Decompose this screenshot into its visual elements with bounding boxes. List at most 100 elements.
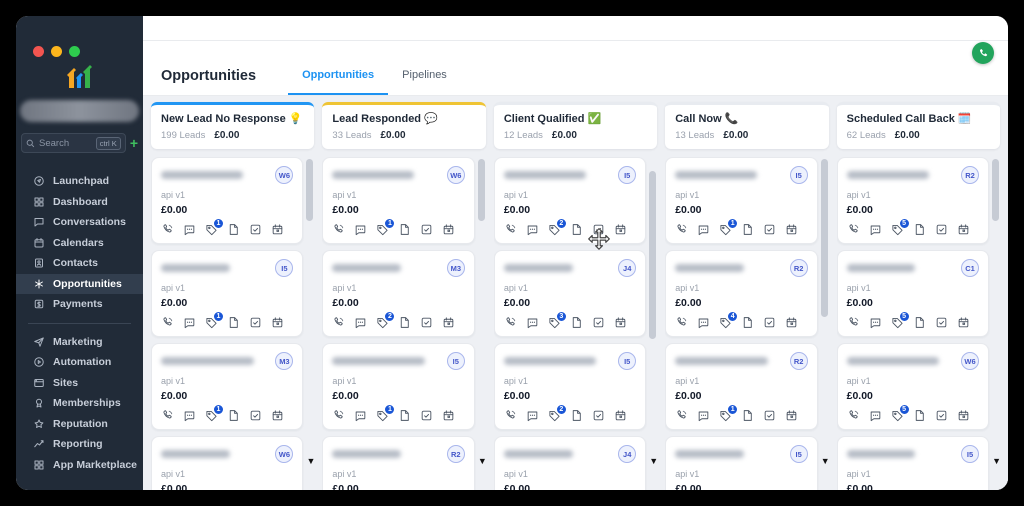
call-icon[interactable] [847,223,860,236]
sidebar-item-app-marketplace[interactable]: App Marketplace [16,455,143,476]
tasks-icon[interactable] [592,223,605,236]
call-icon[interactable] [504,223,517,236]
notes-icon[interactable] [570,223,583,236]
appointment-icon[interactable] [271,409,284,422]
call-icon[interactable] [332,223,345,236]
stage-header[interactable]: Call Now 📞 13 Leads £0.00 [665,102,828,149]
conversation-icon[interactable] [869,409,882,422]
opportunity-card[interactable]: R2 api v1 £0.00 5 [837,157,989,244]
sidebar-item-memberships[interactable]: Memberships [16,393,143,414]
opportunity-card[interactable]: W6 api v1 £0.00 1 [322,157,474,244]
sidebar-item-marketing[interactable]: Marketing [16,332,143,353]
stage-header[interactable]: Client Qualified ✅ 12 Leads £0.00 [494,102,657,149]
tab-pipelines[interactable]: Pipelines [388,69,461,95]
sidebar-item-reputation[interactable]: Reputation [16,414,143,435]
call-icon[interactable] [504,316,517,329]
opportunity-card[interactable]: I5 api v1 £0.00 2 [665,436,817,490]
stage-header[interactable]: New Lead No Response 💡 199 Leads £0.00 [151,102,314,149]
tasks-icon[interactable] [420,223,433,236]
conversation-icon[interactable] [183,223,196,236]
call-icon[interactable] [332,409,345,422]
sidebar-item-calendars[interactable]: Calendars [16,233,143,254]
account-name-blurred[interactable] [20,100,139,122]
opportunity-card[interactable]: W6 api v1 £0.00 1 [151,436,303,490]
tasks-icon[interactable] [763,409,776,422]
notes-icon[interactable] [227,316,240,329]
sidebar-item-dashboard[interactable]: Dashboard [16,192,143,213]
notes-icon[interactable] [570,409,583,422]
conversation-icon[interactable] [697,409,710,422]
stage-header[interactable]: Lead Responded 💬 33 Leads £0.00 [322,102,485,149]
column-scrollbar[interactable] [649,171,656,339]
opportunity-card[interactable]: W6 api v1 £0.00 1 [151,157,303,244]
call-icon[interactable] [847,409,860,422]
opportunity-card[interactable]: I5 api v1 £0.00 2 [837,436,989,490]
call-icon[interactable] [847,316,860,329]
conversation-icon[interactable] [183,409,196,422]
sidebar-item-contacts[interactable]: Contacts [16,253,143,274]
opportunity-card[interactable]: R2 api v1 £0.00 1 [322,436,474,490]
call-icon[interactable] [161,223,174,236]
sidebar-item-automation[interactable]: Automation [16,352,143,373]
call-icon[interactable] [161,316,174,329]
opportunity-card[interactable]: J4 api v1 £0.00 3 [494,436,646,490]
call-icon[interactable] [675,316,688,329]
sidebar-item-conversations[interactable]: Conversations [16,212,143,233]
call-icon[interactable] [161,409,174,422]
tasks-icon[interactable] [763,316,776,329]
appointment-icon[interactable] [271,223,284,236]
conversation-icon[interactable] [354,223,367,236]
sidebar-item-launchpad[interactable]: Launchpad [16,171,143,192]
notes-icon[interactable] [398,316,411,329]
conversation-icon[interactable] [526,409,539,422]
notes-icon[interactable] [913,409,926,422]
tasks-icon[interactable] [420,409,433,422]
call-icon[interactable] [675,223,688,236]
sidebar-item-opportunities[interactable]: Opportunities [16,274,143,295]
notes-icon[interactable] [570,316,583,329]
sidebar-item-payments[interactable]: Payments [16,294,143,315]
conversation-icon[interactable] [869,316,882,329]
tasks-icon[interactable] [249,316,262,329]
maximize-window-button[interactable] [69,46,80,57]
tab-opportunities[interactable]: Opportunities [288,69,388,95]
notes-icon[interactable] [398,409,411,422]
column-scrollbar[interactable] [478,159,485,221]
appointment-icon[interactable] [785,409,798,422]
appointment-icon[interactable] [442,409,455,422]
tasks-icon[interactable] [592,316,605,329]
tasks-icon[interactable] [935,223,948,236]
call-fab-button[interactable] [972,42,994,64]
tasks-icon[interactable] [935,409,948,422]
conversation-icon[interactable] [697,223,710,236]
opportunity-card[interactable]: J4 api v1 £0.00 3 [494,250,646,337]
column-scroll-caret[interactable]: ▼ [821,457,829,466]
column-scroll-caret[interactable]: ▼ [992,457,1000,466]
opportunity-card[interactable]: W6 api v1 £0.00 5 [837,343,989,430]
opportunity-card[interactable]: R2 api v1 £0.00 4 [665,250,817,337]
appointment-icon[interactable] [614,316,627,329]
opportunity-card[interactable]: M3 api v1 £0.00 1 [151,343,303,430]
opportunity-card[interactable]: I5 api v1 £0.00 2 [494,157,646,244]
quick-add-button[interactable]: + [130,136,138,150]
tasks-icon[interactable] [935,316,948,329]
appointment-icon[interactable] [442,223,455,236]
call-icon[interactable] [504,409,517,422]
sidebar-item-reporting[interactable]: Reporting [16,434,143,455]
call-icon[interactable] [675,409,688,422]
appointment-icon[interactable] [957,223,970,236]
column-scrollbar[interactable] [306,159,313,221]
notes-icon[interactable] [913,223,926,236]
notes-icon[interactable] [227,223,240,236]
notes-icon[interactable] [741,409,754,422]
call-icon[interactable] [332,316,345,329]
notes-icon[interactable] [398,223,411,236]
notes-icon[interactable] [913,316,926,329]
close-window-button[interactable] [33,46,44,57]
appointment-icon[interactable] [614,409,627,422]
appointment-icon[interactable] [614,223,627,236]
conversation-icon[interactable] [697,316,710,329]
appointment-icon[interactable] [442,316,455,329]
notes-icon[interactable] [741,316,754,329]
appointment-icon[interactable] [785,316,798,329]
